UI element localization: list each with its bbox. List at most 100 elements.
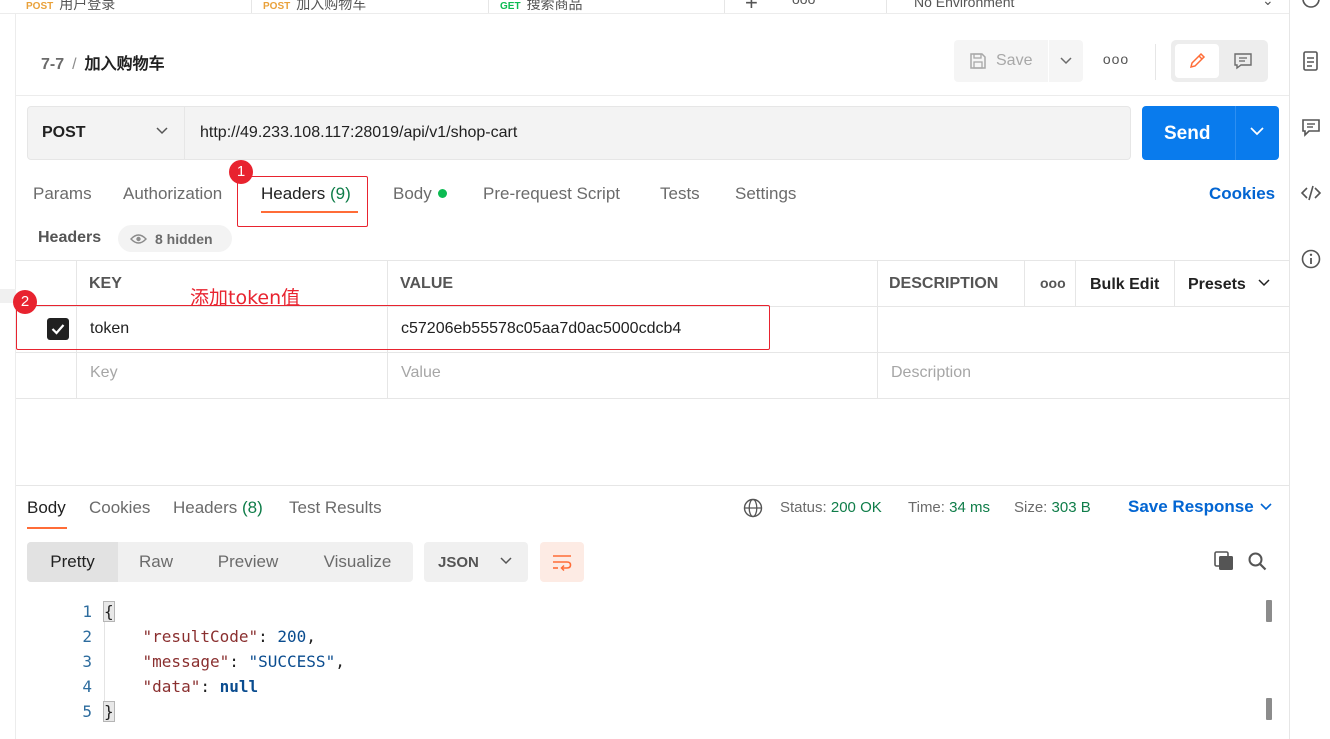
tab-authorization[interactable]: Authorization [123,184,222,204]
response-tab-headers[interactable]: Headers (8) [173,498,263,518]
annotation-box-headers [237,176,368,227]
code-icon[interactable] [1300,182,1322,204]
status-value: 200 OK [830,499,882,516]
headers-section-label: Headers [38,229,102,246]
response-body-editor[interactable]: 1 2 3 4 5 { "resultCode": 200, "message"… [16,598,1289,739]
response-headers-label: Headers [173,498,238,517]
view-raw[interactable]: Raw [118,542,194,582]
search-icon[interactable] [1247,551,1267,574]
method-label: POST [42,124,86,141]
info-icon[interactable] [1300,248,1322,270]
scrollbar-marker[interactable] [1266,600,1272,622]
pencil-icon [1189,52,1206,69]
chevron-down-icon[interactable] [1250,127,1264,136]
tab-prerequest-script[interactable]: Pre-request Script [483,184,620,204]
column-options-icon[interactable]: ooo [1040,275,1066,291]
comment-icon [1234,53,1252,70]
chevron-down-icon[interactable]: ⌄ [1262,0,1274,9]
json-key: "message" [142,652,230,671]
bulk-edit-button[interactable]: Bulk Edit [1090,276,1159,294]
wrap-lines-icon [553,555,572,571]
globe-icon[interactable] [743,498,763,521]
url-input[interactable]: http://49.233.108.117:28019/api/v1/shop-… [185,106,1131,160]
cookies-link[interactable]: Cookies [1209,184,1275,204]
save-response-label: Save Response [1128,497,1254,516]
column-divider [1075,261,1076,307]
send-button[interactable]: Send [1142,106,1279,160]
json-key: "resultCode" [142,627,259,646]
response-time: Time: 34 ms [908,499,990,516]
active-tab-indicator [27,527,67,529]
presets-dropdown[interactable]: Presets [1188,276,1270,294]
tab-body[interactable]: Body [393,184,447,204]
scrollbar-marker[interactable] [1266,698,1272,720]
status-dot-icon [437,189,447,198]
description-placeholder[interactable]: Description [891,364,971,382]
value-placeholder[interactable]: Value [401,364,441,382]
response-tab-test-results[interactable]: Test Results [289,498,382,518]
tab-tests[interactable]: Tests [660,184,700,204]
save-label: Save [996,52,1033,69]
chevron-down-icon [156,127,168,135]
tab-label: 搜索商品 [526,0,583,12]
divider [16,485,1289,486]
tab-search-goods[interactable]: GET 搜索商品 [500,0,583,13]
url-text: http://49.233.108.117:28019/api/v1/shop-… [200,124,518,141]
wrap-lines-button[interactable] [540,542,584,582]
tab-add-to-cart[interactable]: POST 加入购物车 [263,0,366,13]
tab-params[interactable]: Params [33,184,92,204]
hidden-headers-toggle[interactable]: 8 hidden [118,225,232,252]
tab-user-login[interactable]: POST 用户登录 [26,0,115,13]
annotation-marker-1: 1 [229,160,253,184]
chevron-down-icon [1258,279,1270,287]
line-number: 1 [82,602,92,621]
chevron-down-icon [500,557,512,565]
code-line: "resultCode": 200, [142,627,316,646]
view-visualize[interactable]: Visualize [302,542,413,582]
chevron-down-icon [1060,57,1072,65]
tab-settings[interactable]: Settings [735,184,796,204]
tab-method: GET [500,1,521,12]
close-brace: } [103,701,115,722]
code-line: } [103,701,115,722]
view-preview[interactable]: Preview [194,542,302,582]
tab-strip: POST 用户登录 POST 加入购物车 GET 搜索商品 + ooo No Envi… [0,0,1290,14]
response-tab-cookies[interactable]: Cookies [89,498,150,518]
json-value: 200 [277,627,307,646]
settings-icon[interactable] [1300,0,1322,10]
size-value: 303 B [1051,499,1091,516]
save-button[interactable]: Save [954,40,1048,82]
save-options-button[interactable] [1049,40,1083,82]
key-placeholder[interactable]: Key [90,364,118,382]
tab-separator [251,0,252,13]
format-select[interactable]: JSON [424,542,528,582]
line-number: 3 [82,652,92,671]
documentation-icon[interactable] [1300,50,1322,72]
open-brace: { [103,601,115,622]
ellipsis-icon[interactable]: ooo [792,0,815,7]
column-divider [1024,261,1025,307]
plus-icon[interactable]: + [745,0,758,13]
eye-icon [130,233,147,244]
line-number: 4 [82,677,92,696]
time-label: Time: [908,499,945,516]
more-options-icon[interactable]: ooo [1101,51,1131,71]
method-select[interactable]: POST [27,106,185,160]
tab-method: POST [263,1,291,12]
save-response-button[interactable]: Save Response [1128,497,1272,517]
tab-separator [724,0,725,13]
hidden-headers-label: 8 hidden [155,230,213,247]
comment-mode-button[interactable] [1223,44,1263,78]
edit-mode-button[interactable] [1175,44,1219,78]
breadcrumb-collection[interactable]: 7-7 [41,56,64,73]
view-pretty[interactable]: Pretty [27,542,118,582]
environment-selector[interactable]: No Environment [914,0,1014,10]
response-tab-body[interactable]: Body [27,498,66,518]
comments-icon[interactable] [1300,116,1322,138]
column-header-key: KEY [89,275,122,292]
breadcrumb-request[interactable]: 加入购物车 [85,56,165,73]
json-key: "data" [142,677,201,696]
tab-body-label: Body [393,184,432,203]
column-header-description: DESCRIPTION [889,275,999,292]
copy-icon[interactable] [1213,550,1235,575]
